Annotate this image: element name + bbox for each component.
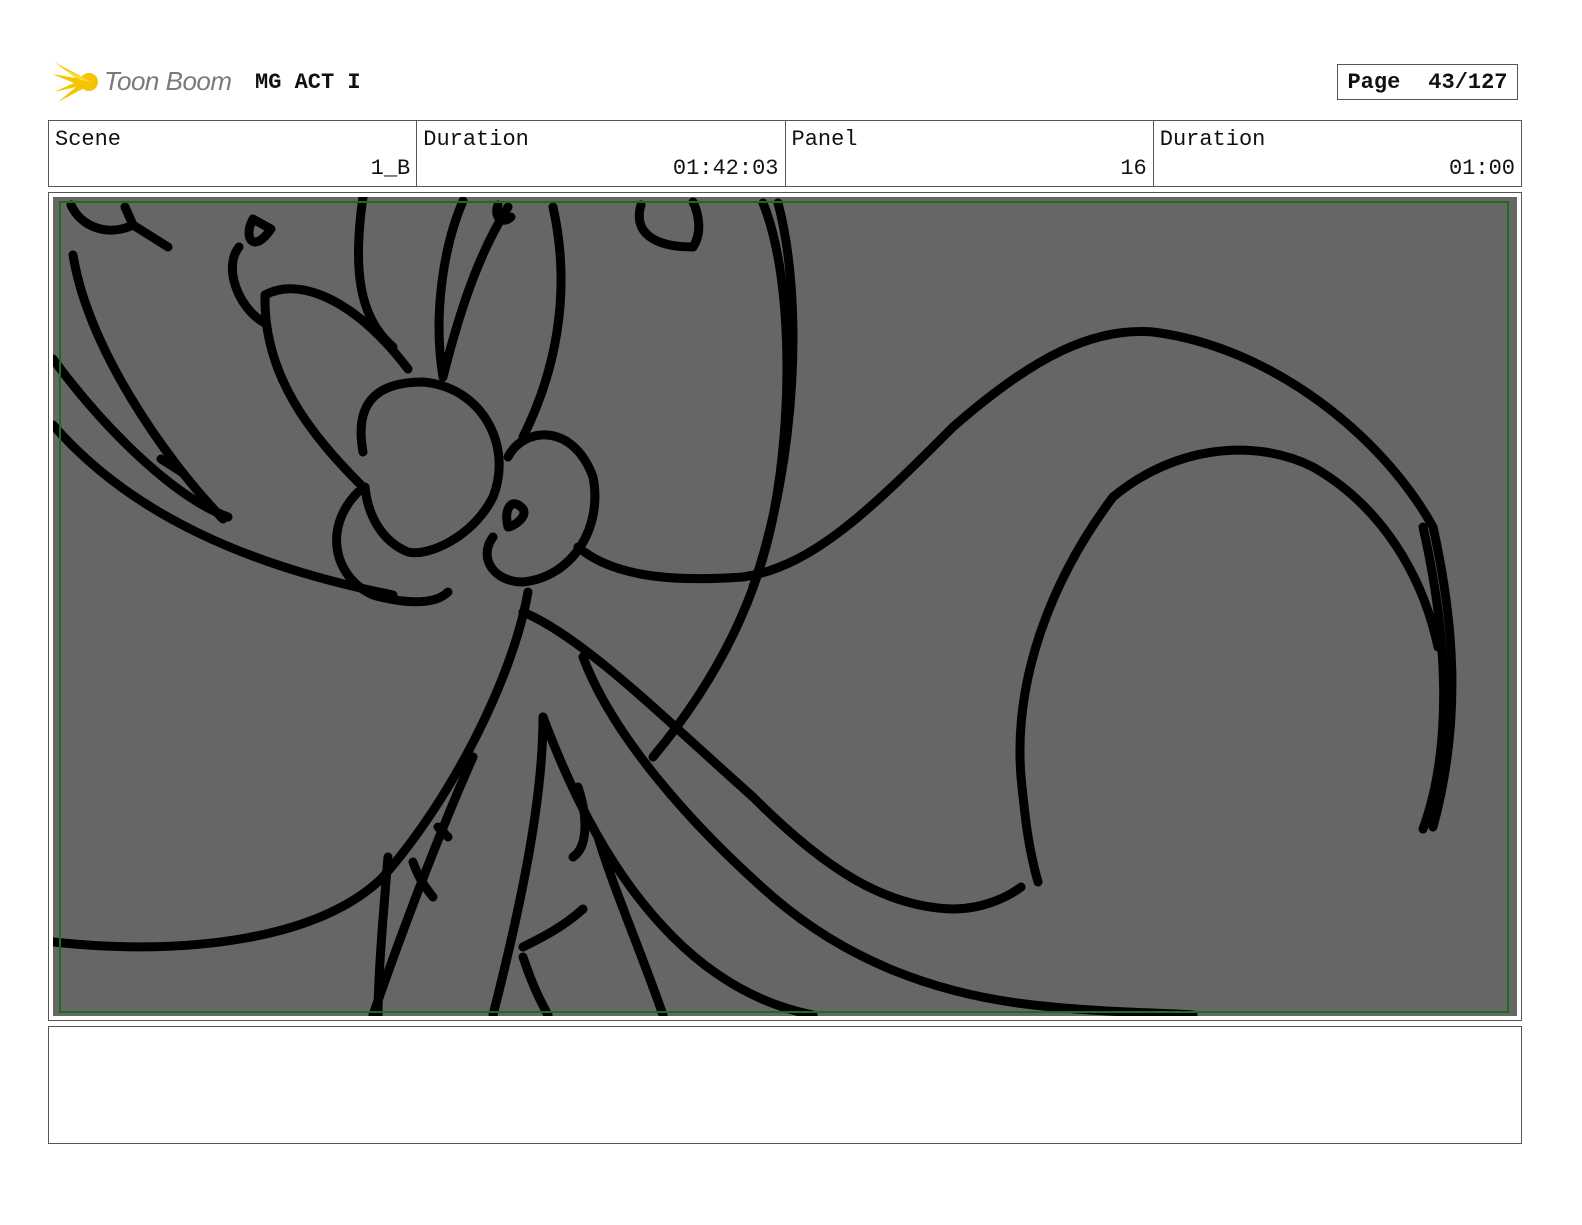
logo-wordmark: Toon Boom — [104, 66, 232, 96]
panel-drawing-canvas — [53, 197, 1517, 1016]
page-label: Page — [1347, 69, 1401, 95]
sketch-stroke — [518, 952, 553, 1016]
panel-image-frame — [48, 192, 1522, 1021]
scene-duration-value: 01:42:03 — [672, 156, 779, 181]
sketch-stroke — [634, 197, 704, 252]
toon-boom-logo: Toon Boom — [52, 56, 242, 108]
sketch-stroke — [748, 198, 798, 592]
scene-duration-label: Duration — [423, 127, 529, 152]
page-number: 43/127 — [1428, 69, 1508, 95]
sketch-stroke — [68, 250, 228, 524]
sketch-stroke — [578, 652, 1198, 1016]
sketch-stroke — [518, 607, 1026, 914]
scene-duration-cell: Duration 01:42:03 — [417, 121, 786, 186]
sketch-stroke — [260, 284, 413, 374]
panel-duration-label: Duration — [1159, 127, 1266, 152]
sketch-stroke — [648, 198, 792, 762]
sketch-stroke — [502, 499, 529, 532]
panel-duration-value: 01:00 — [1448, 156, 1515, 181]
sketch-stroke — [488, 712, 548, 1016]
panel-info-row: Scene 1_B Duration 01:42:03 Panel 16 Dur… — [48, 120, 1522, 187]
sketch-stroke — [518, 202, 566, 442]
scene-value: 1_B — [370, 156, 411, 181]
sketch-stroke — [66, 200, 138, 235]
panel-cell: Panel 16 — [786, 121, 1154, 186]
sketch-stroke — [1108, 445, 1443, 652]
panel-value: 16 — [1120, 156, 1147, 181]
sketch-stroke — [128, 220, 173, 252]
scene-cell: Scene 1_B — [49, 121, 418, 186]
sketch-stroke — [53, 587, 533, 952]
sketch-stroke — [593, 832, 668, 1016]
sketch-stroke — [518, 904, 588, 952]
sketch-drawing — [53, 197, 1457, 1016]
panel-notes-box — [48, 1026, 1522, 1144]
project-title: MG ACT I — [255, 70, 361, 95]
scene-label: Scene — [55, 127, 122, 152]
sketch-stroke — [573, 326, 1438, 584]
sketch-stroke — [227, 242, 268, 327]
storyboard-header: Toon Boom MG ACT I Page 43/127 — [52, 56, 1532, 108]
sketch-stroke — [156, 454, 188, 478]
starburst-logo-icon — [52, 62, 98, 102]
sketch-stroke — [244, 214, 276, 247]
sketch-stroke — [1015, 492, 1118, 887]
sketch-stroke — [356, 377, 504, 558]
page-indicator: Page 43/127 — [1337, 64, 1518, 100]
sketch-stroke — [538, 712, 818, 1016]
panel-label: Panel — [791, 127, 858, 152]
sketch-stroke — [260, 290, 368, 492]
panel-duration-cell: Duration 01:00 — [1154, 121, 1521, 186]
